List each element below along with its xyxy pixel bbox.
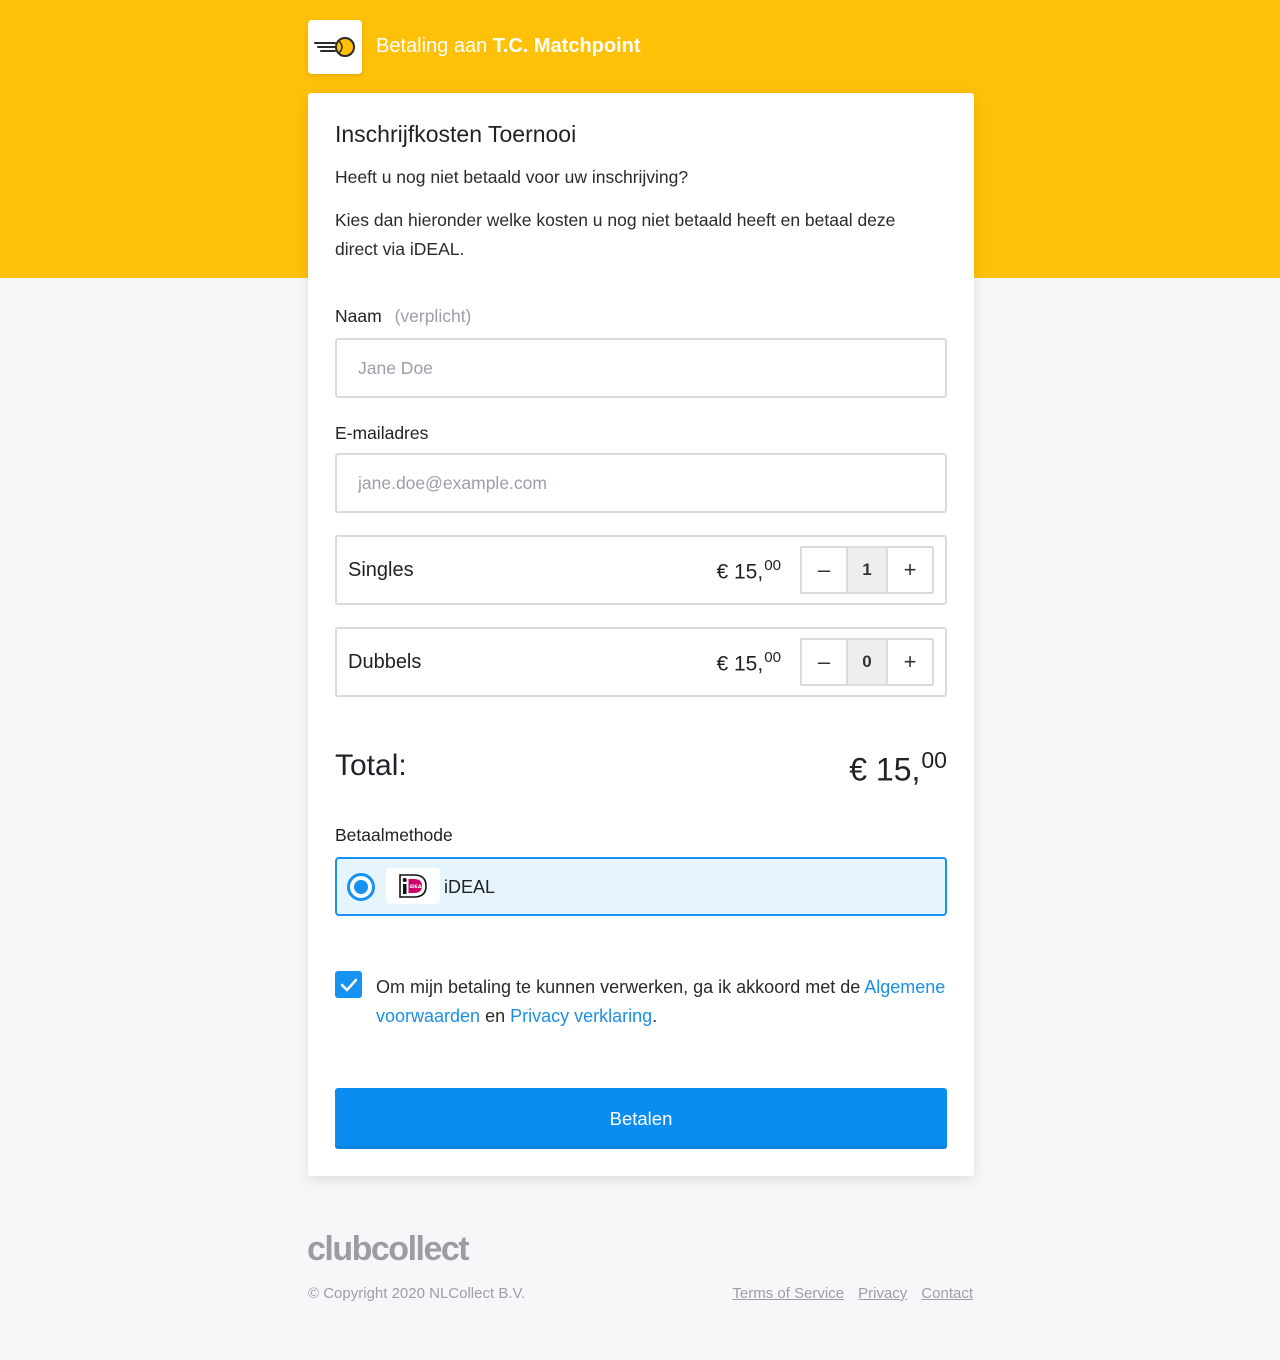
club-name: T.C. Matchpoint	[492, 35, 641, 57]
svg-text:iDEAL: iDEAL	[410, 884, 425, 890]
price-cents: 00	[764, 557, 781, 574]
price-cents: 00	[764, 649, 781, 666]
header-title: Betaling aan T.C. Matchpoint	[376, 35, 641, 58]
privacy-link[interactable]: Privacy	[858, 1285, 907, 1302]
price-whole: 15,	[733, 560, 764, 584]
payment-method-label: Betaalmethode	[335, 825, 453, 845]
payment-method-name: iDEAL	[444, 877, 496, 897]
consent-checkbox[interactable]	[335, 971, 362, 998]
payment-option-ideal[interactable]: iDEAL iDEAL	[335, 857, 947, 916]
header-prefix: Betaling aan	[376, 35, 488, 57]
quantity-value[interactable]: 1	[846, 548, 888, 592]
total-cents: 00	[921, 747, 947, 773]
clubcollect-logo: clubcollect	[307, 1230, 470, 1268]
payment-card: Inschrijfkosten Toernooi Heeft u nog nie…	[308, 93, 974, 1176]
ideal-logo-icon: iDEAL	[386, 868, 440, 904]
payment-radio[interactable]	[347, 873, 375, 901]
name-label: Naam (verplicht)	[335, 306, 471, 327]
contact-link[interactable]: Contact	[921, 1285, 973, 1302]
header: Betaling aan T.C. Matchpoint	[308, 19, 641, 74]
email-label: E-mailadres	[335, 423, 429, 443]
quantity-stepper: – 1 +	[800, 546, 934, 594]
footer-links: Terms of Service Privacy Contact	[732, 1285, 973, 1302]
item-price: € 15,00	[716, 649, 781, 676]
consent-period: .	[652, 1006, 658, 1026]
price-currency: €	[716, 560, 729, 584]
terms-of-service-link[interactable]: Terms of Service	[732, 1285, 844, 1302]
total-amount: € 15,00	[849, 747, 947, 789]
consent-conjunction: en	[485, 1006, 506, 1026]
privacy-statement-link[interactable]: Privacy verklaring	[510, 1006, 652, 1026]
tennis-ball-icon	[314, 36, 355, 57]
item-price: € 15,00	[716, 557, 781, 584]
price-whole: 15,	[733, 652, 764, 676]
intro-question: Heeft u nog niet betaald voor uw inschri…	[335, 167, 689, 187]
item-name: Singles	[348, 559, 414, 581]
total-label: Total:	[335, 749, 407, 782]
email-input[interactable]	[335, 453, 947, 513]
item-name: Dubbels	[348, 651, 422, 673]
decrease-button[interactable]: –	[802, 548, 846, 592]
quantity-value[interactable]: 0	[846, 640, 888, 684]
copyright: © Copyright 2020 NLCollect B.V.	[308, 1285, 526, 1302]
checkmark-icon	[340, 978, 357, 991]
name-label-text: Naam	[335, 306, 382, 326]
intro-description: Kies dan hieronder welke kosten u nog ni…	[335, 210, 896, 259]
page-title: Inschrijfkosten Toernooi	[335, 121, 577, 147]
decrease-button[interactable]: –	[802, 640, 846, 684]
increase-button[interactable]: +	[888, 548, 932, 592]
total-currency: €	[849, 751, 867, 788]
consent-text: Om mijn betaling te kunnen verwerken, ga…	[376, 973, 946, 1031]
required-hint: (verplicht)	[394, 306, 472, 326]
total-whole: 15,	[875, 751, 921, 788]
quantity-stepper: – 0 +	[800, 638, 934, 686]
consent-text-main: Om mijn betaling te kunnen verwerken, ga…	[376, 977, 861, 997]
item-singles: Singles € 15,00 – 1 +	[335, 535, 947, 605]
price-currency: €	[716, 652, 729, 676]
item-dubbels: Dubbels € 15,00 – 0 +	[335, 627, 947, 697]
name-input[interactable]	[335, 338, 947, 398]
club-logo	[308, 19, 362, 74]
pay-button[interactable]: Betalen	[335, 1088, 947, 1149]
increase-button[interactable]: +	[888, 640, 932, 684]
